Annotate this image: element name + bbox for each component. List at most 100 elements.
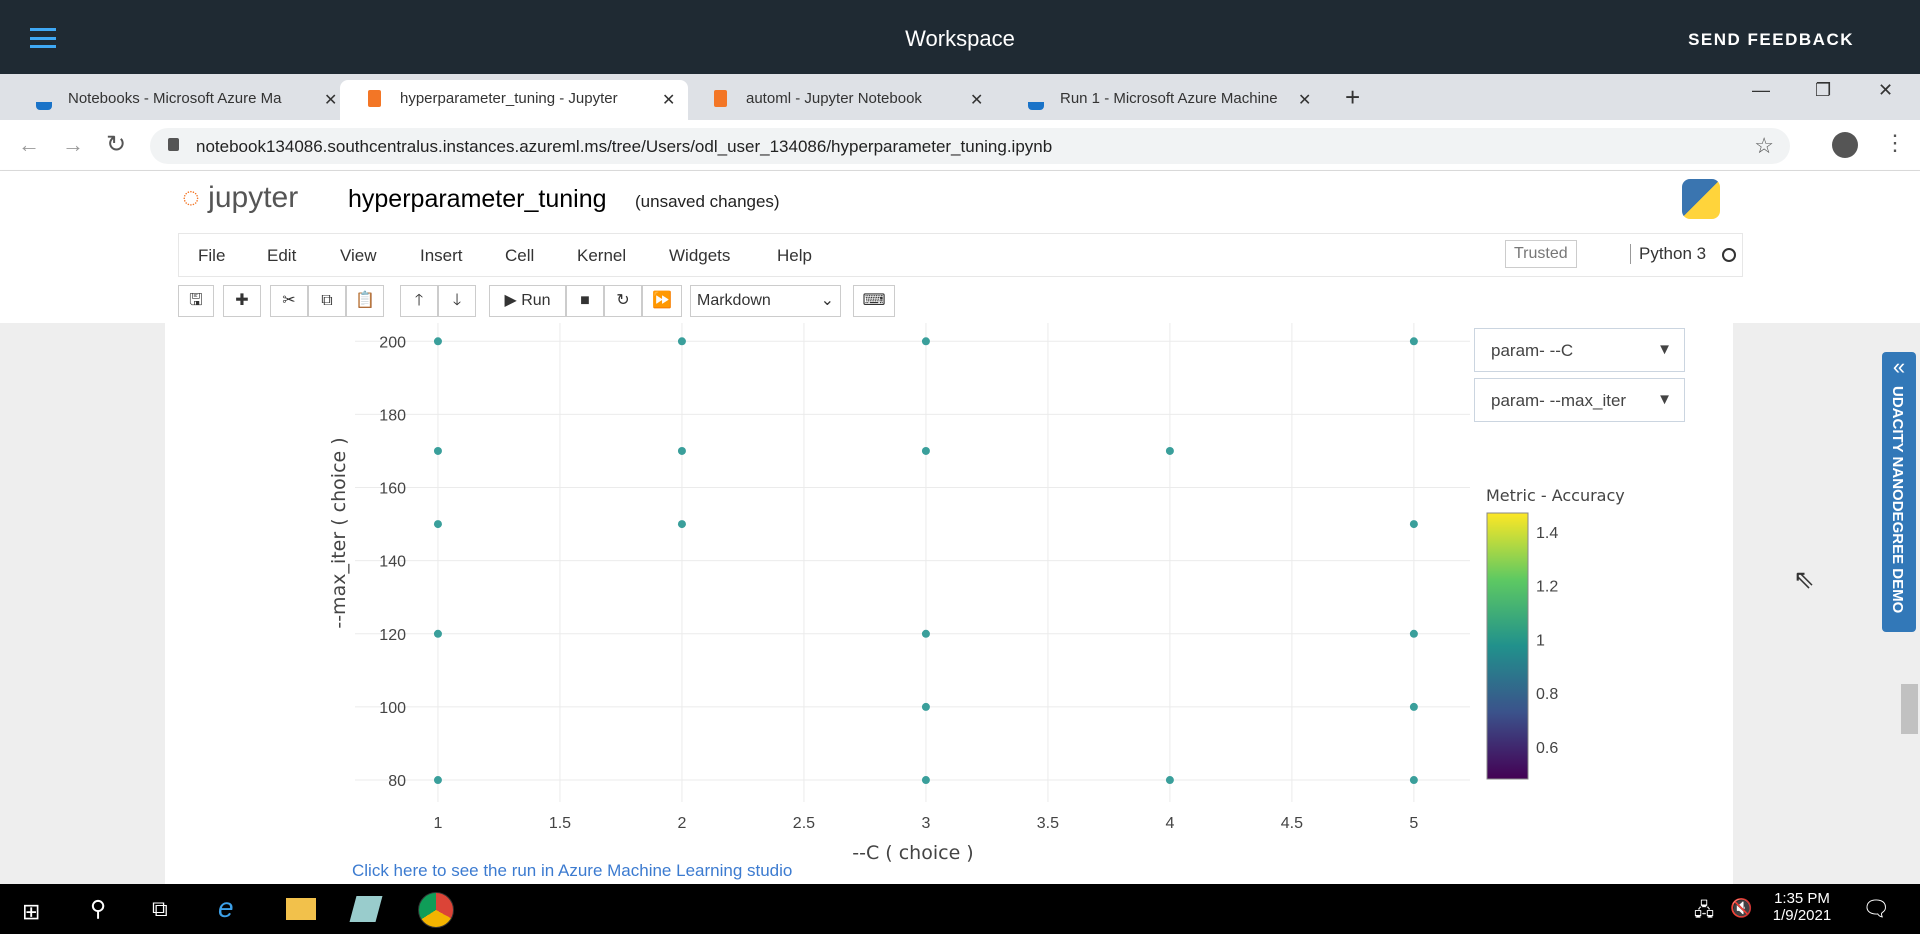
restart-button[interactable]: ↻	[604, 285, 642, 317]
azure-ml-studio-link[interactable]: Click here to see the run in Azure Machi…	[352, 861, 792, 880]
powershell-icon[interactable]	[349, 896, 383, 922]
menu-view[interactable]: View	[340, 246, 377, 266]
tab-automl[interactable]: automl - Jupyter Notebook ✕	[686, 80, 1014, 120]
add-cell-button[interactable]: ✚	[223, 285, 261, 317]
kernel-idle-icon	[1722, 248, 1736, 262]
data-point	[433, 776, 442, 785]
internet-explorer-icon[interactable]: e	[218, 892, 234, 924]
clock[interactable]: 1:35 PM 1/9/2021	[1770, 890, 1834, 924]
data-point	[921, 629, 930, 638]
menu-kernel[interactable]: Kernel	[577, 246, 626, 266]
colorbar-title: Metric - Accuracy	[1486, 486, 1625, 505]
tab-label: Notebooks - Microsoft Azure Ma	[68, 90, 282, 107]
dropdown-arrow-icon: ▼	[1657, 391, 1672, 408]
windows-start-icon[interactable]: ⊞	[22, 899, 40, 925]
restart-run-all-button[interactable]: ⏩	[642, 285, 682, 317]
volume-muted-icon[interactable]: 🔇	[1730, 898, 1752, 919]
reload-icon[interactable]: ↻	[106, 130, 126, 159]
data-point	[1409, 702, 1418, 711]
windows-taskbar: ⊞ ⚲ ⧉ e 🖧 🔇 1:35 PM 1/9/2021 🗨	[0, 884, 1920, 934]
bookmark-star-icon[interactable]: ☆	[1754, 133, 1774, 159]
send-feedback-button[interactable]: SEND FEEDBACK	[1688, 30, 1854, 50]
save-status: (unsaved changes)	[635, 192, 780, 211]
menu-widgets[interactable]: Widgets	[669, 246, 730, 266]
jupyter-logo[interactable]: ◌ jupyter	[182, 181, 298, 215]
colorbar-tick-label: 0.8	[1536, 686, 1558, 703]
data-point	[1409, 776, 1418, 785]
param-c-dropdown[interactable]: param- --C ▼	[1474, 328, 1685, 372]
param-max-iter-dropdown[interactable]: param- --max_iter ▼	[1474, 378, 1685, 422]
x-tick-label: 3	[921, 815, 930, 832]
data-point	[1409, 337, 1418, 346]
jupyter-book-icon	[368, 90, 381, 107]
move-down-button[interactable]: 🡓	[438, 285, 476, 317]
cell-type-select[interactable]: Markdown ⌄	[690, 285, 841, 317]
forward-arrow-icon[interactable]: →	[62, 132, 84, 158]
file-explorer-icon[interactable]	[286, 898, 316, 920]
back-arrow-icon[interactable]: ←	[18, 132, 40, 158]
azure-flask-icon	[1028, 90, 1044, 110]
new-tab-button[interactable]: +	[1345, 82, 1360, 113]
jupyter-header: ◌ jupyter hyperparameter_tuning (unsaved…	[0, 171, 1920, 323]
menu-cell[interactable]: Cell	[505, 246, 534, 266]
restore-button[interactable]: ❐	[1815, 80, 1831, 101]
stop-button[interactable]: ■	[566, 285, 604, 317]
data-point	[921, 446, 930, 455]
colorbar-tick-label: 1.4	[1536, 525, 1558, 542]
notebook-name[interactable]: hyperparameter_tuning	[348, 185, 607, 214]
y-tick-label: 180	[379, 407, 406, 424]
save-button[interactable]: 🖫	[178, 285, 214, 317]
tab-notebooks[interactable]: Notebooks - Microsoft Azure Ma ✕	[8, 80, 348, 120]
menu-insert[interactable]: Insert	[420, 246, 463, 266]
close-tab-icon[interactable]: ✕	[324, 90, 337, 110]
trusted-badge[interactable]: Trusted	[1505, 240, 1577, 268]
colorbar-tick-label: 0.6	[1536, 740, 1558, 757]
tab-run-1[interactable]: Run 1 - Microsoft Azure Machine ✕	[1000, 80, 1330, 120]
minimize-button[interactable]: —	[1752, 80, 1770, 101]
x-tick-label: 2.5	[793, 815, 815, 832]
x-tick-label: 1.5	[549, 815, 571, 832]
dropdown-arrow-icon: ▼	[1657, 341, 1672, 358]
browser-menu-icon[interactable]: ⋮	[1884, 130, 1906, 156]
y-tick-label: 100	[379, 700, 406, 717]
scrollbar-thumb[interactable]	[1901, 684, 1918, 734]
cut-button[interactable]: ✂	[270, 285, 308, 317]
close-tab-icon[interactable]: ✕	[662, 90, 675, 110]
x-tick-label: 4	[1165, 815, 1174, 832]
chrome-icon[interactable]	[418, 892, 454, 928]
udacity-side-tab[interactable]: « UDACITY NANODEGREE DEMO	[1882, 352, 1916, 632]
copy-button[interactable]: ⧉	[308, 285, 346, 317]
python-logo	[1682, 179, 1720, 219]
notifications-icon[interactable]: 🗨	[1862, 896, 1890, 922]
search-icon[interactable]: ⚲	[90, 896, 106, 922]
close-tab-icon[interactable]: ✕	[1298, 90, 1311, 110]
tab-label: hyperparameter_tuning - Jupyter	[400, 90, 618, 107]
collapse-chevrons-icon: «	[1892, 354, 1906, 379]
profile-avatar-icon[interactable]	[1832, 132, 1858, 158]
task-view-icon[interactable]: ⧉	[152, 896, 168, 922]
x-tick-label: 1	[434, 815, 443, 832]
x-tick-label: 4.5	[1281, 815, 1303, 832]
x-axis-label: --C ( choice )	[852, 842, 973, 864]
x-tick-label: 3.5	[1037, 815, 1059, 832]
move-up-button[interactable]: 🡑	[400, 285, 438, 317]
data-point	[677, 337, 686, 346]
command-palette-button[interactable]: ⌨	[853, 285, 895, 317]
close-tab-icon[interactable]: ✕	[970, 90, 983, 110]
data-point	[1165, 446, 1174, 455]
address-bar: ← → ↻ notebook134086.southcentralus.inst…	[0, 120, 1920, 171]
close-window-button[interactable]: ✕	[1878, 80, 1893, 101]
y-tick-label: 200	[379, 334, 406, 351]
tab-hyperparameter-tuning[interactable]: hyperparameter_tuning - Jupyter ✕	[340, 80, 688, 120]
paste-button[interactable]: 📋	[346, 285, 384, 317]
y-tick-label: 160	[379, 481, 406, 498]
menu-file[interactable]: File	[198, 246, 225, 266]
network-icon[interactable]: 🖧	[1694, 898, 1714, 928]
run-button[interactable]: ▶ Run	[489, 285, 566, 317]
data-point	[433, 446, 442, 455]
data-point	[433, 337, 442, 346]
y-tick-label: 120	[379, 627, 406, 644]
url-input[interactable]: notebook134086.southcentralus.instances.…	[150, 128, 1790, 164]
menu-help[interactable]: Help	[777, 246, 812, 266]
menu-edit[interactable]: Edit	[267, 246, 296, 266]
